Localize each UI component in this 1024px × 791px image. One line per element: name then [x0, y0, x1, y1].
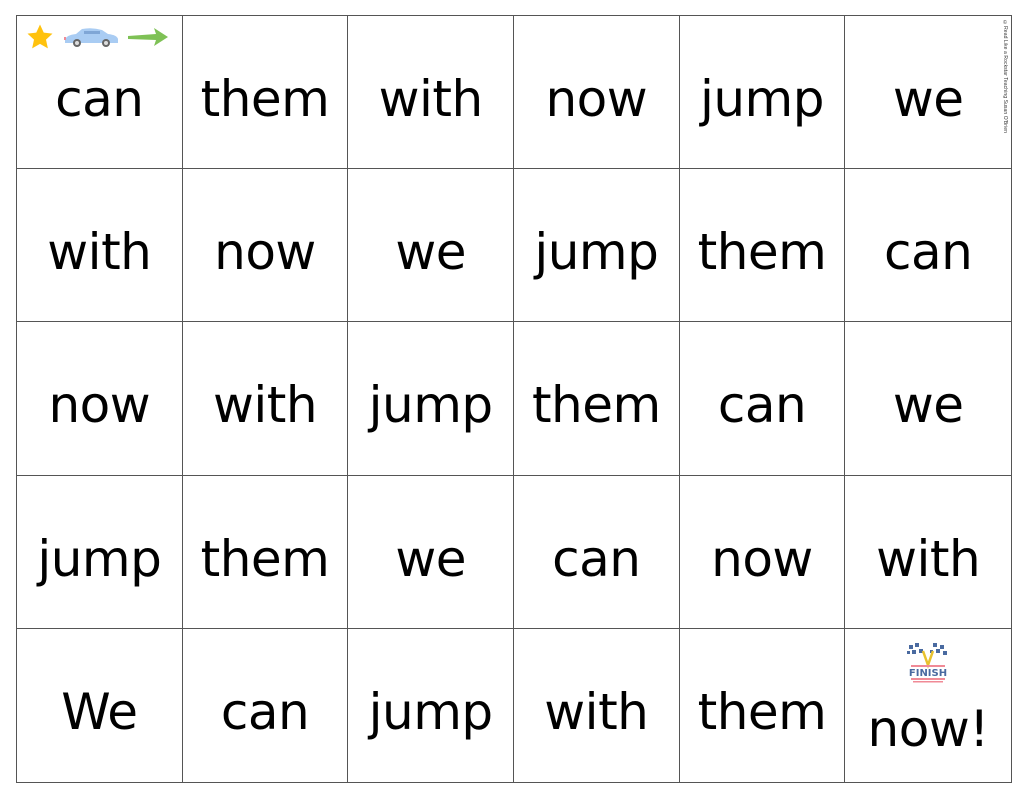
board-cell[interactable]: can	[514, 475, 680, 629]
board-cell[interactable]: with	[845, 476, 1011, 629]
sight-word: can	[884, 223, 973, 282]
sight-word: with	[876, 529, 981, 588]
board-cell[interactable]: them	[679, 169, 846, 323]
board-cell[interactable]: we	[348, 169, 514, 323]
board-cell[interactable]: them	[182, 475, 349, 629]
board-cell[interactable]: with	[348, 16, 514, 170]
board-cell[interactable]: We	[17, 628, 183, 782]
board-cell[interactable]: now	[17, 322, 183, 476]
board-cell-finish[interactable]: FINISH now!	[845, 629, 1011, 782]
sight-word: them	[531, 376, 661, 435]
sight-word: We	[61, 683, 138, 742]
sight-word: with	[378, 70, 484, 129]
board-cell[interactable]: we ©Read Like a Rockstar Teaching Susan …	[845, 16, 1011, 170]
sight-word: jump	[368, 683, 494, 742]
sight-word: can	[220, 683, 310, 742]
finish-label: FINISH	[909, 668, 947, 679]
sight-word: now	[711, 529, 813, 588]
sight-word: them	[200, 529, 330, 588]
finish-flag-icon: FINISH	[905, 641, 951, 689]
car-icon	[64, 28, 118, 47]
sight-word: now	[48, 376, 151, 435]
sight-word: with	[212, 376, 318, 435]
copyright-text: ©Read Like a Rockstar Teaching Susan O'B…	[1002, 20, 1008, 133]
sight-word: them	[697, 223, 827, 282]
board-cell[interactable]: them	[182, 16, 349, 170]
board-cell[interactable]: with	[17, 169, 183, 323]
board-cell[interactable]: jump	[348, 322, 514, 476]
star-icon	[27, 24, 53, 49]
board-cell[interactable]: can	[845, 169, 1011, 323]
board-cell[interactable]: now	[182, 169, 349, 323]
sight-word: we	[395, 223, 466, 282]
sight-word: jump	[699, 70, 825, 129]
sight-word: jump	[534, 223, 659, 282]
sight-word: we	[892, 376, 964, 435]
board-cell[interactable]: them	[680, 628, 846, 782]
sight-word: with	[47, 223, 152, 282]
board-cell[interactable]: can	[679, 322, 846, 476]
board-cell[interactable]: with	[182, 322, 349, 476]
sight-word: can	[552, 529, 641, 588]
board-cell[interactable]: we	[348, 475, 514, 629]
sight-word: can	[55, 70, 144, 129]
sight-word: now!	[867, 700, 990, 759]
start-marker	[24, 22, 170, 52]
sight-word: now	[545, 70, 648, 129]
sight-word: can	[717, 376, 807, 435]
board-cell[interactable]: jump	[348, 628, 514, 782]
board-cell[interactable]: them	[514, 322, 680, 476]
sight-word: jump	[37, 529, 162, 588]
board-cell[interactable]: now	[679, 475, 846, 629]
board-cell[interactable]: jump	[679, 16, 846, 170]
sight-word: we	[395, 529, 466, 588]
sight-word: them	[697, 683, 827, 742]
sight-word: now	[214, 223, 316, 282]
sight-word: with	[544, 683, 649, 742]
board-cell-start[interactable]: can	[17, 16, 183, 170]
sight-word: them	[200, 70, 330, 129]
board-cell[interactable]: now	[514, 16, 680, 170]
arrow-right-icon	[128, 28, 168, 46]
board-cell[interactable]: can	[183, 628, 349, 782]
board-cell[interactable]: we	[845, 322, 1011, 476]
board-cell[interactable]: jump	[514, 169, 680, 323]
board-cell[interactable]: with	[514, 628, 680, 782]
sight-word: we	[892, 70, 964, 129]
sight-word: jump	[368, 376, 494, 435]
board-cell[interactable]: jump	[17, 475, 183, 629]
game-board: can them with now jump we ©Read Like a R…	[16, 15, 1012, 783]
